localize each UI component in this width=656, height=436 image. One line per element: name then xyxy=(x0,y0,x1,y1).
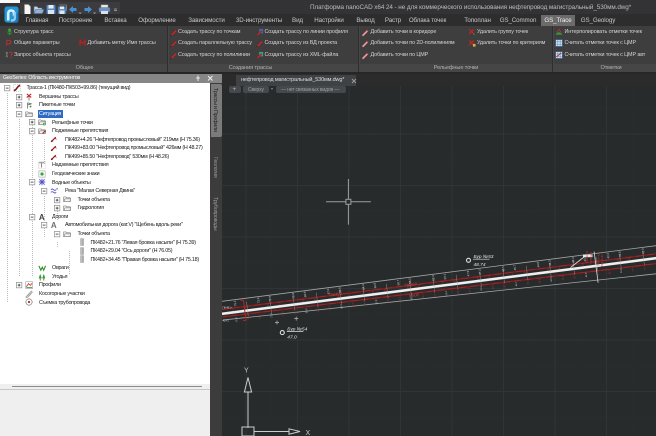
svg-text:X: X xyxy=(306,430,311,436)
svg-text:73.6: 73.6 xyxy=(256,297,261,303)
svg-text:А: А xyxy=(38,213,44,221)
svg-text:62.8: 62.8 xyxy=(373,282,378,288)
svg-text:58.7: 58.7 xyxy=(396,279,401,285)
svg-text:41.8: 41.8 xyxy=(617,251,622,257)
svg-text:47.9: 47.9 xyxy=(466,270,471,276)
svg-text:Y: Y xyxy=(244,368,249,375)
svg-text:45.7: 45.7 xyxy=(512,264,517,270)
svg-text:44.8: 44.8 xyxy=(536,261,541,267)
svg-text:64.4: 64.4 xyxy=(361,284,366,290)
svg-text:44.3: 44.3 xyxy=(547,260,552,266)
svg-text:50.1: 50.1 xyxy=(442,273,447,279)
svg-text:72.9: 72.9 xyxy=(268,296,273,302)
svg-text:47.0: 47.0 xyxy=(287,334,297,340)
svg-text:41.0: 41.0 xyxy=(641,248,646,254)
svg-text:47.2: 47.2 xyxy=(478,269,483,275)
svg-text:42+1: 42+1 xyxy=(223,319,230,323)
svg-text:69.9: 69.9 xyxy=(303,291,308,297)
svg-text:ПК481+: ПК481+ xyxy=(223,306,233,310)
svg-text:46.1: 46.1 xyxy=(501,266,506,272)
svg-text:А: А xyxy=(51,221,57,229)
svg-text:43.4: 43.4 xyxy=(571,257,576,263)
svg-text:52.4: 52.4 xyxy=(431,275,436,281)
svg-text:48.74: 48.74 xyxy=(474,262,486,268)
svg-text:42.2: 42.2 xyxy=(606,252,611,258)
svg-text:75.4: 75.4 xyxy=(233,300,238,306)
svg-text:70.9: 70.9 xyxy=(291,293,296,299)
